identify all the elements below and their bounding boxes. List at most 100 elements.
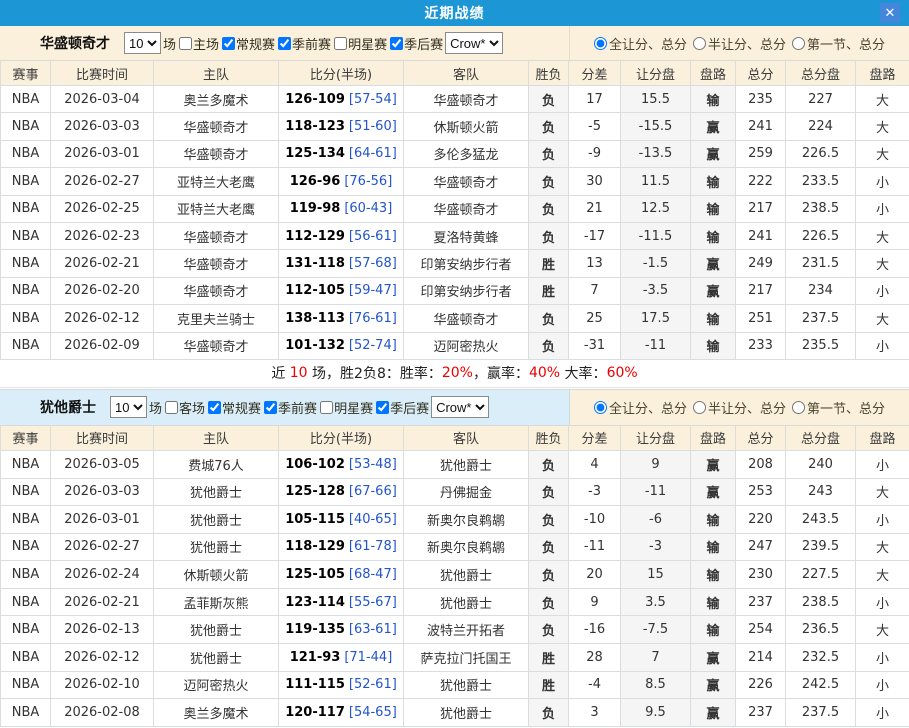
cell-point-diff: 4 [569,451,621,479]
cell-total-line: 235.5 [786,333,856,360]
cell-league: NBA [1,141,51,168]
cell-away-team: 萨克拉门托国王 [404,644,529,672]
cell-score: 121-93[71-44] [279,644,404,672]
radio-input-1[interactable] [693,401,706,414]
cell-total-points: 222 [736,168,786,195]
cell-away-team: 犹他爵士 [404,699,529,727]
cell-away-team: 印第安纳步行者 [404,278,529,305]
score-fulltime: 118-129 [285,539,345,554]
type-select[interactable]: Crow* [445,32,503,54]
cell-handicap-result: 赢 [691,141,736,168]
cell-date: 2026-02-20 [51,278,154,305]
filter-checkbox-label: 季前赛 [292,34,331,53]
cell-league: NBA [1,278,51,305]
cell-over-under: 小 [856,168,909,195]
cell-home-team: 亚特兰大老鹰 [154,196,279,223]
cell-over-under: 小 [856,333,909,360]
cell-home-team: 休斯顿火箭 [154,561,279,589]
cell-total-line: 226.5 [786,223,856,250]
score-halftime: [68-47] [349,567,397,582]
cell-point-diff: -11 [569,534,621,562]
filter-checkbox-3[interactable] [334,37,347,50]
cell-score: 101-132[52-74] [279,333,404,360]
filter-checkbox-label: 明星赛 [348,34,387,53]
cell-handicap-result: 输 [691,305,736,332]
type-select[interactable]: Crow* [431,396,489,418]
cell-league: NBA [1,196,51,223]
filter-checkbox-4[interactable] [376,401,389,414]
cell-score: 125-128[67-66] [279,479,404,507]
cell-date: 2026-02-21 [51,589,154,617]
score-halftime: [57-68] [349,256,397,271]
score-halftime: [60-43] [344,201,392,216]
score-fulltime: 118-123 [285,119,345,134]
table-row: NBA2026-02-25亚特兰大老鹰119-98[60-43]华盛顿奇才负21… [0,196,909,223]
table-header-row: 赛事比赛时间主队比分(半场)客队胜负分差让分盘盘路总分总分盘盘路 [0,425,909,451]
cell-league: NBA [1,699,51,727]
radio-input-0[interactable] [594,37,607,50]
filter-left: 华盛顿奇才10场主场常规赛季前赛明星赛季后赛Crow* [0,26,570,60]
filter-checkbox-1[interactable] [222,37,235,50]
cell-point-diff: 17 [569,86,621,113]
cell-total-line: 232.5 [786,644,856,672]
cell-home-team: 犹他爵士 [154,506,279,534]
cell-score: 126-96[76-56] [279,168,404,195]
cell-over-under: 小 [856,699,909,727]
cell-point-diff: 20 [569,561,621,589]
score-fulltime: 126-96 [290,174,341,189]
cell-handicap-result: 输 [691,196,736,223]
score-fulltime: 101-132 [285,338,345,353]
cell-date: 2026-02-12 [51,305,154,332]
summary-segment: 40% [529,365,560,381]
cell-win-loss: 负 [529,113,569,140]
filter-checkbox-group: 季后赛 [387,34,443,53]
filter-row: 华盛顿奇才10场主场常规赛季前赛明星赛季后赛Crow*全让分、总分半让分、总分第… [0,26,909,60]
radio-input-0[interactable] [594,401,607,414]
cell-score: 111-115[52-61] [279,672,404,700]
radio-input-2[interactable] [792,37,805,50]
filter-checkbox-0[interactable] [179,37,192,50]
cell-over-under: 大 [856,561,909,589]
table-row: NBA2026-02-21华盛顿奇才131-118[57-68]印第安纳步行者胜… [0,250,909,277]
games-count-select[interactable]: 10 [124,32,161,54]
cell-away-team: 多伦多猛龙 [404,141,529,168]
cell-handicap-result: 赢 [691,644,736,672]
filter-checkbox-group: 常规赛 [219,34,275,53]
cell-score: 131-118[57-68] [279,250,404,277]
cell-total-line: 237.5 [786,305,856,332]
cell-date: 2026-02-27 [51,534,154,562]
score-fulltime: 138-113 [285,311,345,326]
cell-handicap-line: 7 [621,644,691,672]
filter-checkbox-label: 常规赛 [222,398,261,417]
column-header-2: 主队 [154,61,279,86]
cell-point-diff: 13 [569,250,621,277]
cell-total-points: 233 [736,333,786,360]
radio-input-1[interactable] [693,37,706,50]
cell-handicap-line: -15.5 [621,113,691,140]
radio-input-2[interactable] [792,401,805,414]
filter-checkbox-2[interactable] [278,37,291,50]
cell-home-team: 犹他爵士 [154,534,279,562]
filter-checkbox-3[interactable] [320,401,333,414]
column-header-11: 盘路 [856,61,909,86]
summary-segment: ，赢率： [473,363,529,383]
filter-checkbox-4[interactable] [390,37,403,50]
close-icon[interactable]: ✕ [880,3,900,23]
games-count-select[interactable]: 10 [110,396,147,418]
filter-checkbox-1[interactable] [208,401,221,414]
cell-score: 119-98[60-43] [279,196,404,223]
filter-checkbox-0[interactable] [165,401,178,414]
cell-over-under: 大 [856,305,909,332]
filter-checkbox-2[interactable] [264,401,277,414]
cell-away-team: 犹他爵士 [404,672,529,700]
score-halftime: [56-61] [349,229,397,244]
cell-handicap-line: -1.5 [621,250,691,277]
score-fulltime: 112-105 [285,283,345,298]
cell-league: NBA [1,534,51,562]
column-header-11: 盘路 [856,426,909,451]
table-row: NBA2026-02-13犹他爵士119-135[63-61]波特兰开拓者负-1… [0,616,909,644]
cell-total-points: 247 [736,534,786,562]
cell-home-team: 华盛顿奇才 [154,223,279,250]
radio-option-1: 半让分、总分 [693,34,786,53]
cell-away-team: 犹他爵士 [404,451,529,479]
